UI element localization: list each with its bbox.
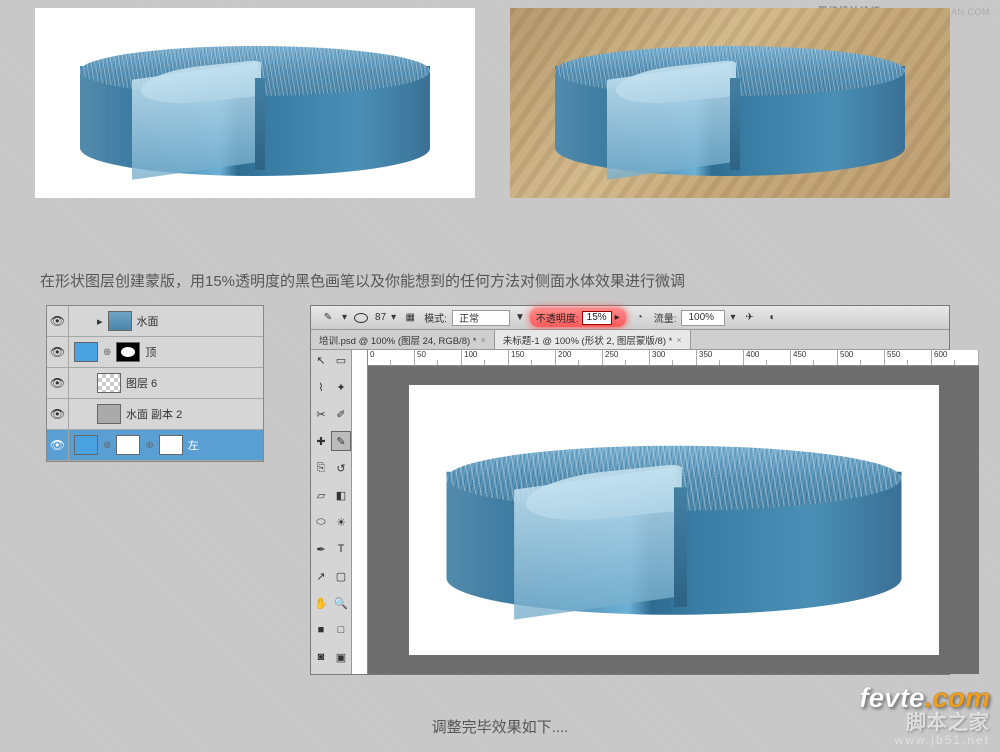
chevron-down-icon[interactable]: ▾ — [730, 312, 735, 323]
layer-row[interactable]: 👁 水面 副本 2 — [47, 399, 263, 430]
layer-thumb[interactable] — [97, 404, 121, 424]
result-on-sand — [510, 8, 950, 198]
tab-untitled[interactable]: 未标题-1 @ 100% (形状 2, 图层蒙版/8) *× — [495, 330, 691, 349]
visibility-toggle[interactable]: 👁 — [47, 430, 69, 461]
visibility-toggle[interactable]: 👁 — [47, 399, 69, 430]
instruction-paragraph-1: 在形状图层创建蒙版，用15%透明度的黑色画笔以及你能想到的任何方法对侧面水体效果… — [40, 270, 685, 291]
instruction-paragraph-2: 调整完毕效果如下.... — [432, 716, 569, 737]
tools-palette: ↖▭ ⌇✦ ✂✐ ✚✎ ⎘↺ ▱◧ ⬭☀ ✒T ↗▢ ✋🔍 ■□ ◙▣ — [311, 350, 352, 674]
lasso-tool[interactable]: ⌇ — [311, 377, 331, 397]
layer-name: 水面 副本 2 — [126, 406, 182, 422]
arrow-icon[interactable]: ▸ — [615, 312, 620, 323]
type-tool[interactable]: T — [331, 539, 351, 559]
hand-tool[interactable]: ✋ — [311, 593, 331, 613]
layer-row[interactable]: 👁 ⊕ 顶 — [47, 337, 263, 368]
ruler-horizontal: 050100150200250300350400450500550600 — [368, 350, 979, 366]
marquee-tool[interactable]: ▭ — [331, 350, 351, 370]
opacity-control-highlighted[interactable]: 不透明度: 15% ▸ — [530, 308, 626, 327]
brush-tool[interactable]: ✎ — [331, 431, 351, 451]
brush-size-label: 87 — [375, 312, 386, 323]
link-icon[interactable]: ⊕ — [103, 347, 111, 358]
options-bar: ✎ ▾ 87 ▾ ▦ 模式: 正常 ▼ 不透明度: 15% ▸ ◔ 流量: 10… — [311, 306, 949, 330]
move-tool[interactable]: ↖ — [311, 350, 331, 370]
heal-tool[interactable]: ✚ — [311, 431, 331, 451]
panel-toggle-icon[interactable]: ▦ — [401, 309, 419, 327]
visibility-toggle[interactable]: 👁 — [47, 306, 69, 337]
pressure-opacity-icon[interactable]: ◔ — [631, 309, 649, 327]
gradient-tool[interactable]: ◧ — [331, 485, 351, 505]
brush-tool-icon[interactable]: ✎ — [319, 309, 337, 327]
dodge-tool[interactable]: ☀ — [331, 512, 351, 532]
shape-tool[interactable]: ▢ — [331, 566, 351, 586]
layer-name: 左 — [188, 437, 199, 453]
layer-row[interactable]: 👁 ▸ 水面 — [47, 306, 263, 337]
layer-name: 水面 — [137, 313, 159, 329]
link-icon[interactable]: ⊕ — [145, 440, 153, 451]
stamp-tool[interactable]: ⎘ — [311, 458, 331, 478]
hero-images — [35, 8, 950, 198]
layer-row[interactable]: 👁 图层 6 — [47, 368, 263, 399]
photoshop-panel: ✎ ▾ 87 ▾ ▦ 模式: 正常 ▼ 不透明度: 15% ▸ ◔ 流量: 10… — [310, 305, 950, 675]
fg-color[interactable]: ■ — [311, 620, 331, 640]
chevron-down-icon[interactable]: ▾ — [342, 312, 347, 323]
chevron-down-icon[interactable]: ▼ — [515, 312, 525, 323]
link-icon[interactable]: ⊕ — [103, 440, 111, 451]
zoom-tool[interactable]: 🔍 — [331, 593, 351, 613]
opacity-label: 不透明度: — [536, 310, 579, 325]
pen-tool[interactable]: ✒ — [311, 539, 331, 559]
close-icon[interactable]: × — [480, 335, 485, 345]
chevron-down-icon[interactable]: ▾ — [391, 312, 396, 323]
eraser-tool[interactable]: ▱ — [311, 485, 331, 505]
flow-label: 流量: — [654, 310, 677, 325]
visibility-toggle[interactable]: 👁 — [47, 368, 69, 399]
mask-thumb[interactable] — [116, 342, 140, 362]
mask-thumb[interactable] — [116, 435, 140, 455]
pressure-size-icon[interactable]: ◐ — [764, 309, 782, 327]
flow-value[interactable]: 100% — [681, 310, 725, 326]
close-icon[interactable]: × — [676, 335, 681, 345]
layer-name: 图层 6 — [126, 375, 157, 391]
canvas-content — [409, 385, 939, 655]
path-tool[interactable]: ↗ — [311, 566, 331, 586]
layer-name: 顶 — [145, 344, 156, 360]
mask-thumb-2[interactable] — [159, 435, 183, 455]
blend-mode-select[interactable]: 正常 — [452, 310, 510, 326]
layer-row-selected[interactable]: 👁 ⊕ ⊕ 左 — [47, 430, 263, 461]
wand-tool[interactable]: ✦ — [331, 377, 351, 397]
layer-thumb[interactable] — [74, 342, 98, 362]
layer-thumb[interactable] — [74, 435, 98, 455]
screen-mode[interactable]: ▣ — [331, 647, 351, 667]
layer-thumb[interactable] — [108, 311, 132, 331]
blur-tool[interactable]: ⬭ — [311, 512, 331, 532]
layer-thumb[interactable] — [97, 373, 121, 393]
airbrush-icon[interactable]: ✈ — [741, 309, 759, 327]
opacity-value[interactable]: 15% — [582, 311, 612, 325]
result-on-white — [35, 8, 475, 198]
eyedropper-tool[interactable]: ✐ — [331, 404, 351, 424]
history-brush-tool[interactable]: ↺ — [331, 458, 351, 478]
quickmask-toggle[interactable]: ◙ — [311, 647, 331, 667]
visibility-toggle[interactable]: 👁 — [47, 337, 69, 368]
ruler-corner — [352, 350, 368, 366]
watermark-bottom: fevte.com 脚本之家 www.jb51.net — [859, 682, 990, 749]
document-tabs: 培训.psd @ 100% (图层 24, RGB/8) *× 未标题-1 @ … — [311, 330, 949, 350]
layers-panel: 👁 ▸ 水面 👁 ⊕ 顶 👁 图层 6 👁 水面 副本 2 👁 ⊕ ⊕ 左 — [46, 305, 264, 462]
expand-icon[interactable]: ▸ — [97, 315, 103, 328]
ruler-vertical — [352, 366, 368, 674]
mode-label: 模式: — [424, 310, 447, 325]
tab-training[interactable]: 培训.psd @ 100% (图层 24, RGB/8) *× — [311, 330, 495, 349]
crop-tool[interactable]: ✂ — [311, 404, 331, 424]
bg-color[interactable]: □ — [331, 620, 351, 640]
canvas[interactable] — [368, 366, 979, 674]
